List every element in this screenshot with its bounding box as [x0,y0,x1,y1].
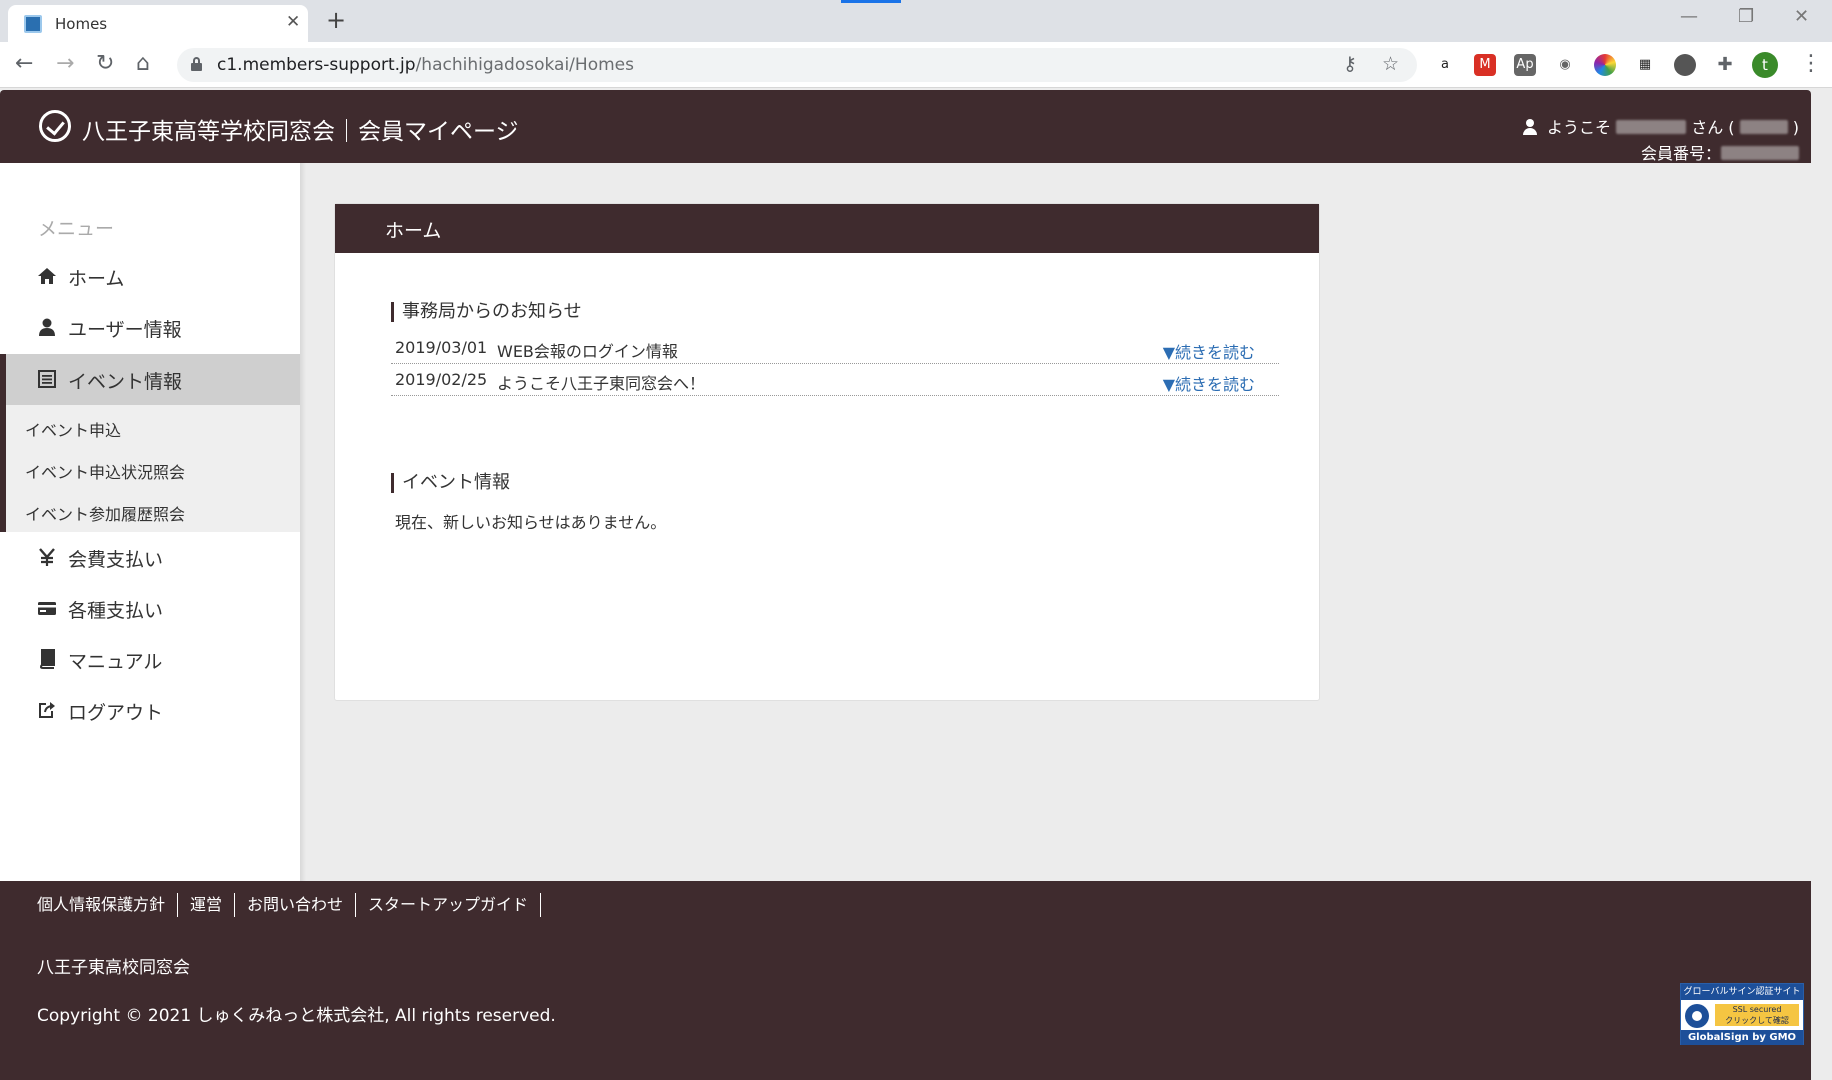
news-date: 2019/02/25 [395,370,488,389]
page-edge [1811,90,1832,1080]
gmail-extension-icon[interactable]: M [1474,54,1496,76]
footer-link-privacy[interactable]: 個人情報保護方針 [37,893,179,917]
ap-extension-icon[interactable]: Ap [1514,54,1536,76]
globalsign-eye-icon [1685,1004,1709,1028]
browser-menu-icon[interactable]: ⋮ [1800,51,1822,76]
back-icon[interactable]: ← [15,51,33,76]
sidebar-item-logout[interactable]: ログアウト [0,685,300,736]
sidebar-item-home[interactable]: ホーム [0,251,300,302]
ssl-seal-badge[interactable]: グローバルサイン認証サイト SSL secured クリックして確認 Global… [1680,983,1804,1045]
user-welcome: ようこそ さん ( ) [1523,114,1799,138]
page-title: ホーム [385,220,442,242]
menu-heading: メニュー [38,218,115,240]
event-heading: イベント情報 [391,473,510,493]
event-empty-message: 現在、新しいお知らせはありません。 [395,513,667,532]
logout-icon [39,702,55,718]
user-icon [1523,119,1538,135]
camera-extension-icon[interactable]: ◉ [1554,54,1576,76]
home-icon [38,268,56,284]
news-heading: 事務局からのお知らせ [391,302,582,322]
site-title[interactable]: 八王子東高等学校同窓会｜会員マイページ [82,112,519,146]
card-header: ホーム [335,204,1319,253]
home-browser-icon[interactable]: ⌂ [136,51,150,76]
yen-icon [39,548,55,566]
bookmark-star-icon[interactable]: ☆ [1382,53,1399,75]
sidebar-item-event-info[interactable]: イベント情報 [0,354,300,405]
site-header: 八王子東高等学校同窓会｜会員マイページ ようこそ さん ( ) 会員番号： [0,90,1811,163]
redacted-id [1739,120,1788,134]
restore-icon[interactable]: ❐ [1738,6,1754,27]
list-icon [38,370,56,388]
lock-icon [191,57,202,71]
color-extension-icon[interactable] [1594,54,1616,76]
footer-link-startup-guide[interactable]: スタートアップガイド [356,893,542,917]
member-number: 会員番号： [1641,140,1799,164]
reload-icon[interactable]: ↻ [96,51,114,76]
home-card: ホーム 事務局からのお知らせ 2019/03/01 WEB会報のログイン情報 ▼… [334,203,1320,701]
news-item: 2019/03/01 WEB会報のログイン情報 ▼続きを読む [391,332,1279,364]
forward-icon[interactable]: → [56,51,74,76]
sidebar-item-membership-fee[interactable]: 会費支払い [0,532,300,583]
amazon-extension-icon[interactable]: a [1434,54,1456,76]
footer-link-operator[interactable]: 運営 [178,893,236,917]
read-more-link[interactable]: ▼続きを読む [1163,339,1255,363]
sidebar-divider [300,163,306,881]
check-circle-icon [39,110,71,142]
redacted-member-number [1721,146,1799,160]
footer-link-contact[interactable]: お問い合わせ [235,893,357,917]
footer-organization: 八王子東高校同窓会 [37,958,190,978]
browser-tab-strip: Homes ✕ + — ❐ ✕ [0,0,1832,42]
redacted-name [1616,120,1687,134]
read-more-link[interactable]: ▼続きを読む [1163,371,1255,395]
profile-avatar[interactable]: t [1752,52,1778,78]
news-title: WEB会報のログイン情報 [497,342,678,361]
close-window-icon[interactable]: ✕ [1794,6,1809,27]
submenu-event-history[interactable]: イベント参加履歴照会 [25,501,185,525]
sidebar-item-manual[interactable]: マニュアル [0,634,300,685]
book-icon [39,649,55,669]
news-title: ようこそ八王子東同窓会へ！ [497,374,706,393]
tab-title: Homes [55,15,108,33]
sidebar: メニュー ホーム ユーザー情報 イベント情報 イベント申込 イベント申込状況照会… [0,163,300,881]
news-item: 2019/02/25 ようこそ八王子東同窓会へ！ ▼続きを読む [391,364,1279,396]
favicon-icon [24,15,42,33]
site-footer: 個人情報保護方針 運営 お問い合わせ スタートアップガイド 八王子東高校同窓会 Cop… [0,881,1811,1080]
qr-extension-icon[interactable]: ▦ [1634,54,1656,76]
submenu-event-apply[interactable]: イベント申込 [25,417,121,441]
browser-toolbar: ← → ↻ ⌂ c1.members-support.jp/hachihigad… [0,42,1832,88]
dark-mode-extension-icon[interactable] [1674,54,1696,76]
extensions-puzzle-icon[interactable]: ✚ [1714,54,1736,76]
browser-tab[interactable]: Homes ✕ [8,5,308,42]
minimize-icon[interactable]: — [1680,6,1698,27]
footer-links: 個人情報保護方針 運営 お問い合わせ スタートアップガイド [37,893,542,917]
news-date: 2019/03/01 [395,338,488,357]
key-icon[interactable]: ⚷ [1343,53,1357,75]
address-bar[interactable]: c1.members-support.jp/hachihigadosokai/H… [177,48,1417,82]
tab-close-icon[interactable]: ✕ [286,12,300,32]
new-tab-icon[interactable]: + [326,6,346,34]
loading-indicator [841,0,901,3]
sidebar-item-user-info[interactable]: ユーザー情報 [0,302,300,353]
url-text[interactable]: c1.members-support.jp/hachihigadosokai/H… [217,55,634,75]
sidebar-item-payments[interactable]: 各種支払い [0,583,300,634]
user-icon [39,318,55,336]
copyright: Copyright © 2021 しゅくみねっと株式会社, All rights… [37,1006,556,1026]
card-icon [38,602,56,615]
submenu-event-status[interactable]: イベント申込状況照会 [25,459,185,483]
event-submenu: イベント申込 イベント申込状況照会 イベント参加履歴照会 [0,405,300,532]
